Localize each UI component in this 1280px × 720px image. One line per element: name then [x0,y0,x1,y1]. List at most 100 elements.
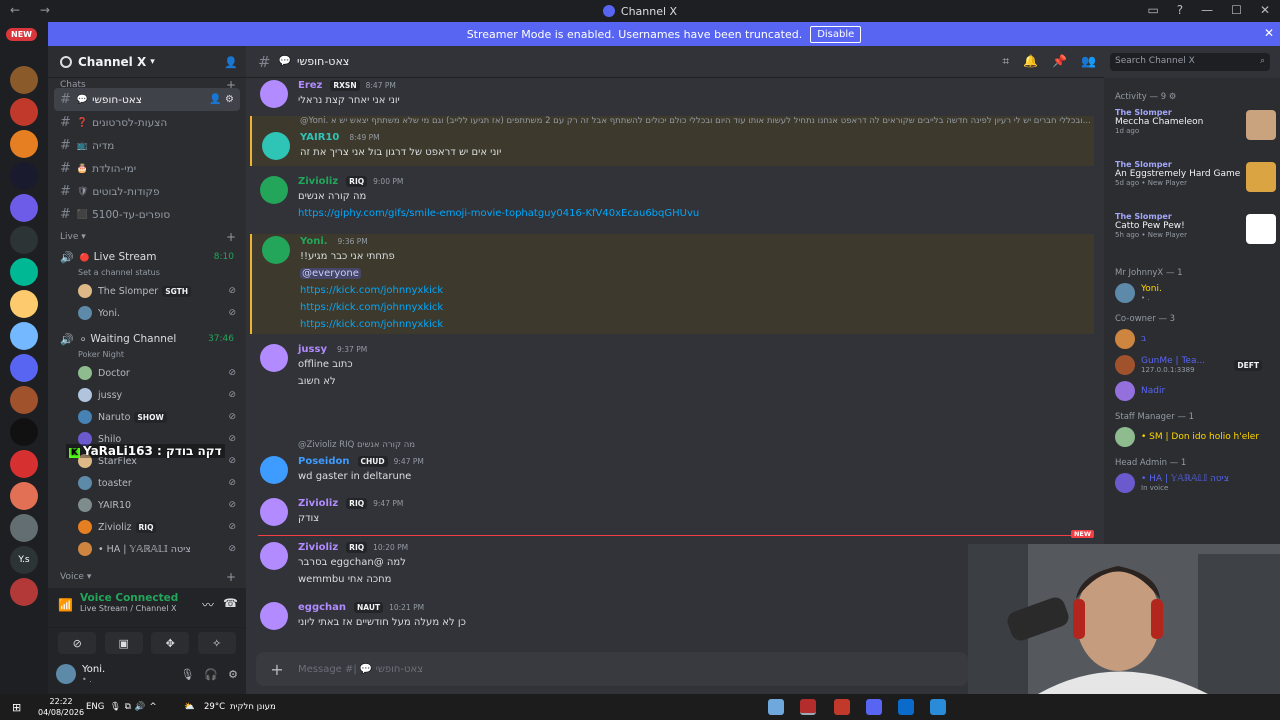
minimize-button[interactable]: — [1201,3,1213,17]
member-item[interactable]: Yoni. • . [1104,280,1280,306]
help-icon[interactable]: ? [1177,3,1183,17]
server-icon[interactable] [10,66,38,94]
inbox-icon[interactable]: ▭ [1147,3,1158,17]
maximize-button[interactable]: ☐ [1231,3,1242,17]
activity-card[interactable]: The Slomper Meccha Chameleon 1d ago [1104,104,1280,156]
member-item[interactable]: • SM | Don ido holio h'eler [1104,424,1280,450]
member-item[interactable]: GunMe | Tea... 127.0.0.1:3389 DEFT [1104,352,1280,378]
avatar[interactable] [260,344,288,372]
message-link[interactable]: https://kick.com/johnnyxkick [300,302,443,313]
server-icon[interactable] [10,482,38,510]
voice-user[interactable]: Yoni. ⊘ [48,302,246,324]
server-icon[interactable] [10,162,38,190]
close-banner-icon[interactable]: ✕ [1264,26,1274,40]
reply-preview[interactable]: @Zivioliz RIQ מה קורה אנשים [298,440,1094,454]
author-name[interactable]: Poseidon [298,456,350,467]
voice-user[interactable]: toaster ⊘ [48,472,246,494]
author-name[interactable]: Zivioliz [298,498,338,509]
server-icon[interactable] [10,258,38,286]
voice-channel-status[interactable]: Poker Night [48,350,246,362]
tray-icons[interactable]: 🎙⧉🔊^ [110,702,161,712]
taskbar-app-icon[interactable] [834,699,850,715]
microphone-icon[interactable]: 🎙 [180,668,194,681]
server-icon[interactable] [10,226,38,254]
server-icon[interactable] [10,322,38,350]
channel-item[interactable]: # 📺 מדיה [54,134,240,157]
guild-header[interactable]: Channel X ▾ 👤 [48,46,246,78]
channel-x-server-icon[interactable] [10,354,38,382]
author-name[interactable]: Erez [298,80,322,91]
message-link[interactable]: https://kick.com/johnnyxkick [300,285,443,296]
activity-card[interactable]: The Slomper Catto Pew Pew! 5h ago • New Pl… [1104,208,1280,260]
weather-temp[interactable]: 29°C [204,702,225,712]
threads-icon[interactable]: ⌗ [1002,54,1009,69]
voice-user[interactable]: Naruto SHOW ⊘ [48,406,246,428]
author-name[interactable]: Yoni. [300,236,328,247]
author-name[interactable]: jussy [298,344,327,355]
discord-taskbar-icon[interactable] [866,699,882,715]
add-channel-icon[interactable]: + [226,570,236,584]
avatar[interactable] [260,602,288,630]
voice-user[interactable]: Doctor ⊘ [48,362,246,384]
channel-settings-icon[interactable]: 👤 ⚙ [209,94,234,105]
channel-item[interactable]: # ⬛ סופרים-עד-5100 [54,203,240,226]
voice-channel-status[interactable]: Set a channel status [48,268,246,280]
language-indicator[interactable]: ENG [86,702,104,712]
mention[interactable]: @everyone [300,268,361,279]
reply-preview[interactable]: @Yoni. ובכללי חברים יש לי רעיון לפינה חד… [300,116,1094,130]
avatar[interactable] [260,176,288,204]
server-icon[interactable] [10,386,38,414]
author-name[interactable]: eggchan [298,602,346,613]
members-icon[interactable]: 👥 [1081,54,1096,69]
avatar[interactable] [262,132,290,160]
server-icon[interactable]: Y.s [10,546,38,574]
add-channel-icon[interactable]: + [226,80,236,88]
screen-share-button[interactable]: ▣ [104,632,143,654]
avatar[interactable] [56,664,76,684]
search-input[interactable]: Search Channel X ⌕ [1110,53,1270,71]
camera-off-button[interactable]: ⊘ [58,632,97,654]
member-item[interactable]: • HA | 𝕐𝔸ℝ𝔸𝕃𝕀 ציטה In voice [1104,470,1280,496]
voice-channel-live-stream[interactable]: 🔊 🔴 Live Stream 8:10 [54,246,240,268]
channel-item[interactable]: # ❓ הצעות-לסרטונים [54,111,240,134]
category-chats[interactable]: Chats + [48,80,246,88]
author-name[interactable]: YAIR10 [300,132,339,143]
message-link[interactable]: https://kick.com/johnnyxkick [300,319,443,330]
server-icon[interactable] [10,450,38,478]
noise-suppression-icon[interactable]: 〰 [202,596,214,613]
activity-card[interactable]: The Slomper An Eggstremely Hard Game 5d ag… [1104,156,1280,208]
avatar[interactable] [262,236,290,264]
channel-item[interactable]: # 🎂 ימי-הולדת [54,157,240,180]
author-name[interactable]: Zivioliz [298,176,338,187]
server-icon[interactable] [10,98,38,126]
server-icon[interactable] [10,514,38,542]
server-icon[interactable] [10,130,38,158]
taskbar-app-icon[interactable] [800,699,816,715]
clock[interactable]: 22:22 04/08/2026 [38,696,84,718]
disconnect-icon[interactable]: ☎ [223,596,238,610]
member-item[interactable]: ב [1104,326,1280,352]
taskbar-app-icon[interactable] [768,699,784,715]
avatar[interactable] [260,456,288,484]
attach-plus-icon[interactable]: + [268,660,286,679]
start-icon[interactable]: ⊞ [12,701,21,714]
member-item[interactable]: Nadir [1104,378,1280,404]
server-icon[interactable] [10,578,38,606]
voice-user[interactable]: jussy ⊘ [48,384,246,406]
message-input[interactable]: + Message #| 💬 צאט-חופשי [256,652,968,686]
headphones-icon[interactable]: 🎧 [204,668,218,681]
message-link[interactable]: https://giphy.com/gifs/smile-emoji-movie… [298,208,699,219]
add-channel-icon[interactable]: + [226,230,236,244]
gear-icon[interactable]: ⚙ [228,668,238,681]
add-member-icon[interactable]: 👤 [224,56,238,69]
voice-user[interactable]: Zivioliz RIQ ⊘ [48,516,246,538]
taskbar-app-icon[interactable] [930,699,946,715]
voice-user[interactable]: YAIR10 ⊘ [48,494,246,516]
author-name[interactable]: Zivioliz [298,542,338,553]
voice-channel-waiting[interactable]: 🔊 ⚪ Waiting Channel 37:46 [54,328,240,350]
voice-user[interactable]: The Slomper SGTH ⊘ [48,280,246,302]
pin-icon[interactable]: 📌 [1052,54,1067,69]
activities-button[interactable]: ✥ [151,632,190,654]
avatar[interactable] [260,80,288,108]
taskbar-app-icon[interactable] [898,699,914,715]
